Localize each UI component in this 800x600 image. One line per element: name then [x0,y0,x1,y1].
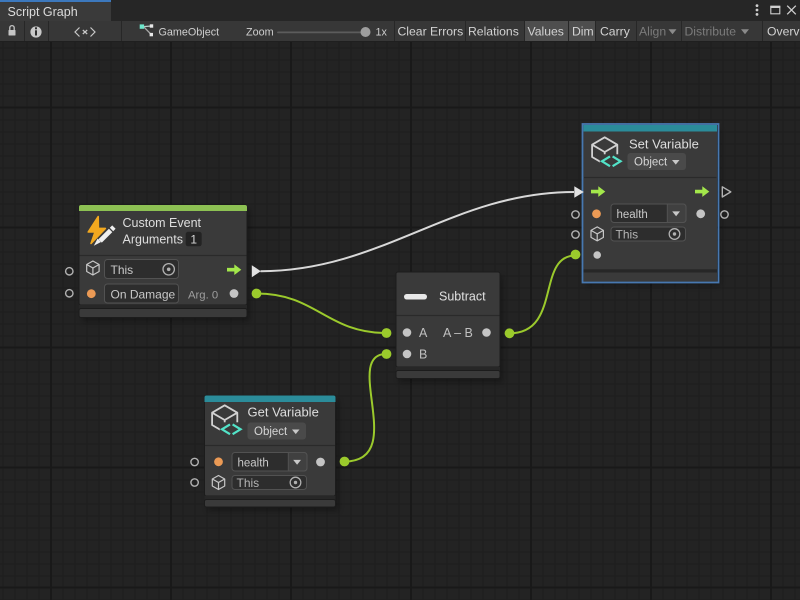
svg-text:Arg. 0: Arg. 0 [188,289,218,301]
svg-text:Custom Event: Custom Event [123,216,202,230]
svg-text:This: This [616,227,639,241]
svg-text:1x: 1x [376,27,388,39]
svg-text:Carry: Carry [600,25,631,39]
svg-text:This: This [237,476,260,490]
svg-text:health: health [617,209,648,221]
svg-text:Script Graph: Script Graph [8,5,78,19]
svg-text:Get Variable: Get Variable [248,404,319,419]
svg-text:This: This [111,263,134,277]
svg-text:Object: Object [254,426,288,438]
svg-text:B: B [419,347,427,361]
svg-text:Subtract: Subtract [439,290,486,304]
svg-text:Overview: Overview [767,25,800,39]
svg-text:Relations: Relations [468,25,519,39]
svg-text:On Damage: On Damage [111,287,176,301]
svg-text:Object: Object [634,157,668,169]
svg-text:1: 1 [190,232,197,246]
svg-text:Arguments: Arguments [123,233,183,247]
svg-text:A: A [419,326,428,340]
svg-text:health: health [238,457,269,469]
svg-text:Clear Errors: Clear Errors [398,25,464,39]
svg-text:Set Variable: Set Variable [629,137,699,152]
svg-text:Dim: Dim [572,25,594,39]
svg-text:Align: Align [639,25,666,39]
svg-text:Zoom: Zoom [246,27,274,39]
svg-text:Distribute: Distribute [685,25,737,39]
svg-text:GameObject: GameObject [159,27,220,39]
svg-text:Values: Values [528,25,564,39]
svg-text:A – B: A – B [443,326,473,340]
